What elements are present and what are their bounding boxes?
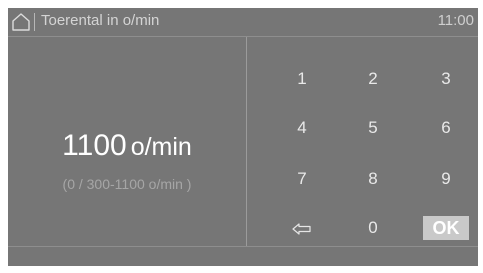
key-6[interactable]: 6 — [411, 108, 478, 148]
spin-speed-value: 1100 o/min — [8, 129, 246, 163]
backspace-arrow-icon — [292, 218, 312, 237]
spin-speed-unit: o/min — [130, 133, 192, 161]
key-5[interactable]: 5 — [338, 108, 408, 148]
clock: 11:00 — [437, 12, 474, 29]
key-4[interactable]: 4 — [267, 108, 337, 148]
backspace-button[interactable] — [267, 208, 337, 248]
header-bar: Toerental in o/min 11:00 — [8, 8, 478, 37]
key-3[interactable]: 3 — [411, 59, 478, 99]
key-7[interactable]: 7 — [267, 159, 337, 199]
control-panel-screen: Toerental in o/min 11:00 1100 o/min (0 / … — [8, 8, 478, 266]
key-0[interactable]: 0 — [338, 208, 408, 248]
ok-button[interactable]: OK — [423, 216, 469, 240]
numeric-keypad: 1 2 3 4 5 6 7 8 9 0 OK — [247, 37, 478, 246]
key-9[interactable]: 9 — [411, 159, 478, 199]
page-title: Toerental in o/min — [41, 12, 160, 29]
allowed-range: (0 / 300-1100 o/min ) — [62, 176, 192, 192]
key-2[interactable]: 2 — [338, 59, 408, 99]
spin-speed-number: 1100 — [62, 129, 127, 162]
key-8[interactable]: 8 — [338, 159, 408, 199]
value-display-pane: 1100 o/min (0 / 300-1100 o/min ) — [8, 37, 246, 246]
header-separator — [34, 13, 35, 31]
footer-bar — [8, 246, 478, 266]
key-1[interactable]: 1 — [267, 59, 337, 99]
home-icon[interactable] — [11, 12, 31, 32]
